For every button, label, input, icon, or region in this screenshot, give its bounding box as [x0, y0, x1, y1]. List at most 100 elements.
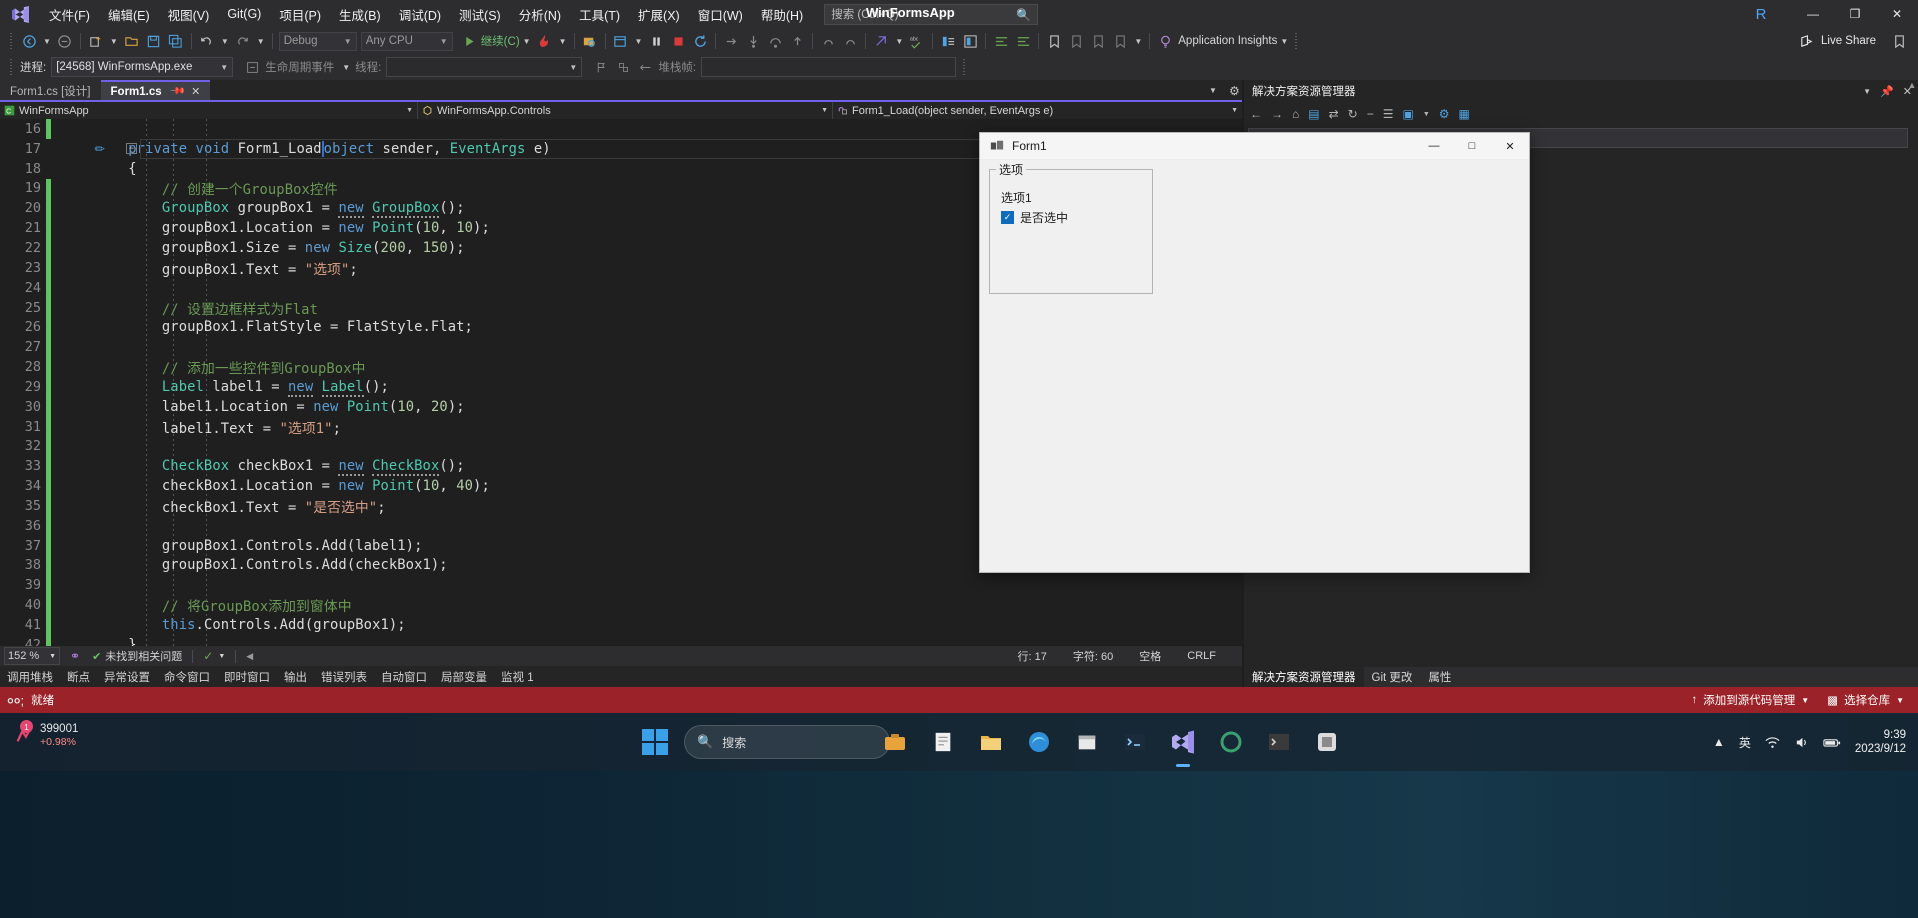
- solution-configuration-dropdown[interactable]: Debug ▼: [278, 31, 357, 51]
- menu-test[interactable]: 测试(S): [450, 0, 510, 29]
- footer-tab-properties[interactable]: 属性: [1420, 667, 1459, 687]
- redo-alt-icon[interactable]: [839, 30, 861, 52]
- pin-icon[interactable]: 📌: [1880, 85, 1894, 98]
- navbar-member-dropdown[interactable]: Form1_Load(object sender, EventArgs e) ▼: [833, 102, 1242, 119]
- live-share-icon[interactable]: [1795, 30, 1817, 52]
- chevron-down-icon[interactable]: ▼: [400, 107, 413, 114]
- code-text[interactable]: this.Controls.Add(groupBox1);: [61, 617, 406, 633]
- solution-explorer-footer-tabs[interactable]: 解决方案资源管理器 Git 更改 属性: [1244, 667, 1918, 687]
- toolbox-icon[interactable]: [937, 30, 959, 52]
- pause-icon[interactable]: [645, 30, 667, 52]
- threads-window-icon[interactable]: [612, 56, 634, 78]
- form1-title-bar[interactable]: Form1 — □ ✕: [980, 133, 1529, 160]
- code-line[interactable]: 42 }: [0, 634, 1242, 646]
- lightbulb-icon[interactable]: [1154, 30, 1176, 52]
- menu-git[interactable]: Git(G): [218, 2, 270, 26]
- zoom-level-dropdown[interactable]: 152 % ▼: [4, 647, 60, 665]
- intellicode-icon[interactable]: ⚭: [70, 649, 80, 663]
- application-insights-label[interactable]: Application Insights: [1178, 35, 1277, 47]
- windows-taskbar[interactable]: 1 399001 +0.98% 🔍 搜索 ▲ 英 9:39 2023/9/12: [0, 713, 1918, 918]
- code-text[interactable]: groupBox1.FlatStyle = FlatStyle.Flat;: [61, 319, 473, 335]
- home-icon[interactable]: ⌂: [1292, 107, 1299, 121]
- step-into-icon[interactable]: [742, 30, 764, 52]
- bookmark-prev-icon[interactable]: [1065, 30, 1087, 52]
- thread-dropdown[interactable]: ▼: [386, 57, 583, 77]
- taskbar-app-notepad-icon[interactable]: [928, 727, 958, 757]
- view-switcher-icon[interactable]: ▣: [1403, 107, 1414, 121]
- bottom-tab-locals[interactable]: 局部变量: [434, 666, 494, 687]
- flag-icon[interactable]: [590, 56, 612, 78]
- solution-explorer-toolbar[interactable]: ← → ⌂ ▤ ⇄ ↻ − ☰ ▣ ▼ ⚙ ▦: [1244, 102, 1918, 126]
- bottom-tab-breakpoints[interactable]: 断点: [60, 666, 97, 687]
- code-text[interactable]: checkBox1.Location = new Point(10, 40);: [61, 478, 490, 494]
- bottom-tab-output[interactable]: 输出: [277, 666, 314, 687]
- new-project-icon[interactable]: [85, 30, 107, 52]
- step-over-icon[interactable]: [764, 30, 786, 52]
- continue-play-icon[interactable]: [459, 30, 481, 52]
- navbar-type-dropdown[interactable]: WinFormsApp.Controls ▼: [418, 102, 833, 119]
- spellcheck-icon[interactable]: abc: [906, 30, 928, 52]
- bottom-tab-error-list[interactable]: 错误列表: [314, 666, 374, 687]
- open-file-icon[interactable]: [121, 30, 143, 52]
- debug-toolbar-overflow-grip[interactable]: [962, 59, 969, 75]
- navigate-backward-icon[interactable]: [18, 30, 40, 52]
- system-tray[interactable]: ▲ 英 9:39 2023/9/12: [1713, 713, 1918, 771]
- bottom-tab-immediate-window[interactable]: 即时窗口: [217, 666, 277, 687]
- code-text[interactable]: }: [61, 637, 137, 646]
- menu-file[interactable]: 文件(F): [40, 0, 99, 29]
- feedback-icon[interactable]: [1888, 30, 1910, 52]
- code-text[interactable]: Label label1 = new Label();: [61, 378, 389, 397]
- chevron-down-icon[interactable]: ▼: [1225, 107, 1238, 114]
- volume-icon[interactable]: [1794, 735, 1809, 750]
- forward-arrow-icon[interactable]: →: [1271, 107, 1283, 121]
- taskbar-app-edge-icon[interactable]: [1024, 727, 1054, 757]
- layout-dropdown-icon[interactable]: ▼: [632, 37, 646, 46]
- debug-location-toolbar[interactable]: 进程: [24568] WinFormsApp.exe ▼ 生命周期事件 ▼ 线…: [0, 54, 1918, 80]
- bookmark-toggle-icon[interactable]: [1043, 30, 1065, 52]
- debug-toolbar-grip[interactable]: [9, 59, 15, 75]
- code-text[interactable]: // 创建一个GroupBox控件: [61, 178, 338, 198]
- footer-tab-git-changes[interactable]: Git 更改: [1364, 667, 1421, 687]
- show-next-statement-icon[interactable]: [720, 30, 742, 52]
- taskbar-app-snipping-tool-icon[interactable]: [1312, 727, 1342, 757]
- footer-tab-solution-explorer[interactable]: 解决方案资源管理器: [1244, 667, 1364, 687]
- back-arrow-icon[interactable]: ←: [1250, 107, 1262, 121]
- status-right-group[interactable]: ↑ 添加到源代码管理 ▼ ▩ 选择仓库 ▼: [1674, 692, 1918, 708]
- solution-explorer-resize-grip[interactable]: ▲: [1906, 80, 1918, 100]
- undo-icon[interactable]: [196, 30, 218, 52]
- step-over-panel-icon[interactable]: [610, 30, 632, 52]
- lifecycle-dropdown-icon[interactable]: ▼: [339, 63, 353, 72]
- lifecycle-events-icon[interactable]: [241, 56, 263, 78]
- continue-label[interactable]: 继续(C): [481, 33, 520, 49]
- standard-toolbar[interactable]: ▼ ▼ ▼ ▼ Debug ▼ Any CPU ▼ 继续(C) ▼ ▼ ▼ ▼ …: [0, 28, 1918, 54]
- bottom-tab-call-stack[interactable]: 调用堆栈: [0, 666, 60, 687]
- indentation-indicator[interactable]: 空格: [1139, 648, 1161, 664]
- attach-to-process-icon[interactable]: [579, 30, 601, 52]
- menu-analyze[interactable]: 分析(N): [510, 0, 570, 29]
- code-text[interactable]: // 添加一些控件到GroupBox中: [61, 357, 366, 377]
- form1-minimize-button[interactable]: —: [1415, 133, 1453, 160]
- taskbar-search-box[interactable]: 🔍 搜索: [684, 725, 890, 759]
- add-to-source-control-button[interactable]: ↑ 添加到源代码管理 ▼: [1692, 692, 1810, 708]
- taskbar-center-group[interactable]: 🔍 搜索: [640, 713, 890, 771]
- editor-tab-strip[interactable]: Form1.cs [设计] Form1.cs 📌 ✕: [0, 80, 1242, 101]
- bookmark-dropdown-icon[interactable]: ▼: [1131, 37, 1145, 46]
- close-icon[interactable]: ✕: [191, 85, 200, 98]
- toolbar-grip[interactable]: [9, 33, 15, 49]
- editor-status-bar[interactable]: 152 % ▼ ⚭ ✔ 未找到相关问题 ✓ ▼ ◀ 行: 17 字符: 60 空…: [0, 646, 1242, 666]
- continue-dropdown-icon[interactable]: ▼: [520, 37, 534, 46]
- stackframe-dropdown[interactable]: [701, 57, 957, 77]
- properties-window-icon[interactable]: [959, 30, 981, 52]
- code-text[interactable]: label1.Location = new Point(10, 20);: [61, 399, 465, 415]
- code-text[interactable]: groupBox1.Location = new Point(10, 10);: [61, 220, 490, 236]
- main-menu-bar[interactable]: 文件(F) 编辑(E) 视图(V) Git(G) 项目(P) 生成(B) 调试(…: [40, 0, 812, 28]
- pending-changes-filter-icon[interactable]: ▤: [1308, 107, 1319, 121]
- redo-icon[interactable]: [232, 30, 254, 52]
- bookmark-next-icon[interactable]: [1087, 30, 1109, 52]
- navbar-project-dropdown[interactable]: C WinFormsApp ▼: [0, 102, 418, 119]
- editor-navigation-bar[interactable]: C WinFormsApp ▼ WinFormsApp.Controls ▼ F…: [0, 102, 1242, 119]
- form1-close-button[interactable]: ✕: [1491, 133, 1529, 160]
- chevron-down-icon[interactable]: ▼: [218, 653, 225, 660]
- code-check-icon[interactable]: ✓: [203, 649, 213, 663]
- undo-alt-icon[interactable]: [817, 30, 839, 52]
